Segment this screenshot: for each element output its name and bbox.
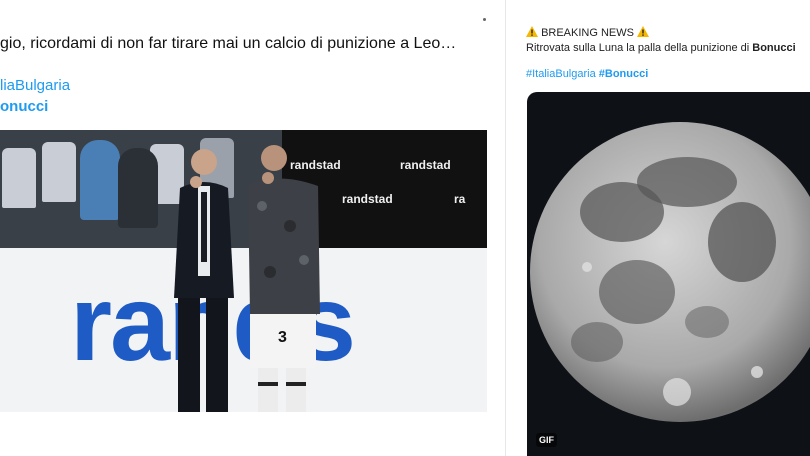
column-divider <box>505 0 506 456</box>
tweet-photo[interactable]: randstad randstad randstad ra rands <box>0 130 487 412</box>
moon-gif[interactable] <box>527 92 810 456</box>
warning-icon <box>637 26 650 37</box>
breaking-news-label: BREAKING NEWS <box>541 27 634 39</box>
tweet-text: gio, ricordami di non far tirare mai un … <box>0 35 457 52</box>
moon-image <box>530 122 810 422</box>
hashtag-link[interactable]: #Bonucci <box>599 68 649 80</box>
tweet-text-main: Ritrovata sulla Luna la palla della puni… <box>526 42 753 54</box>
board-text: randstad <box>400 158 451 172</box>
left-tweet-card[interactable]: gio, ricordami di non far tirare mai un … <box>0 0 505 456</box>
player-figure: 3 <box>248 145 320 412</box>
gif-badge: GIF <box>536 433 557 447</box>
hashtag-link[interactable]: #ItaliaBulgaria <box>526 68 596 80</box>
warning-icon <box>526 26 538 37</box>
board-text: ra <box>454 192 466 206</box>
hashtag-link[interactable]: onucci <box>0 98 48 115</box>
shirt-number: 3 <box>278 329 287 346</box>
more-options-icon[interactable] <box>483 18 486 21</box>
hashtags: #ItaliaBulgaria #Bonucci <box>526 68 648 80</box>
tweet-text-bold: Bonucci <box>752 42 796 54</box>
breaking-news-line: BREAKING NEWS <box>526 26 650 39</box>
hashtag-link[interactable]: liaBulgaria <box>0 77 70 94</box>
board-text: randstad <box>342 192 393 206</box>
coach-figure <box>174 149 234 412</box>
tweet-text: Ritrovata sulla Luna la palla della puni… <box>526 42 796 54</box>
